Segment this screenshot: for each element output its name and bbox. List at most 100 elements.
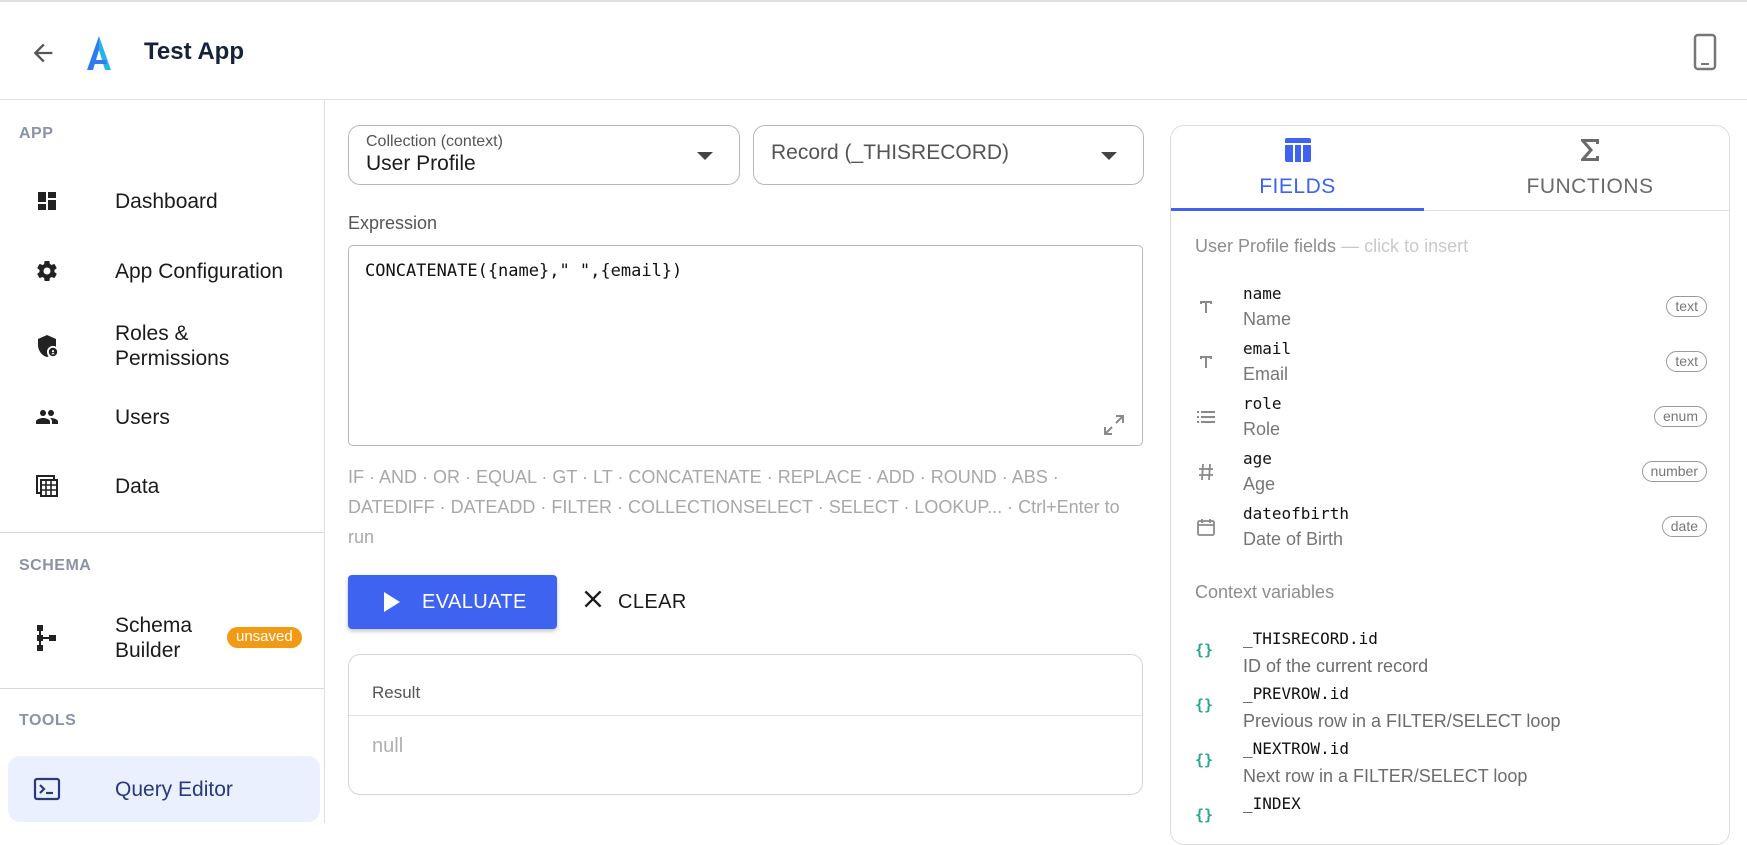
result-divider: [349, 715, 1142, 716]
chevron-down-icon: [1101, 152, 1117, 160]
field-type-badge: text: [1666, 351, 1707, 372]
field-type-badge: date: [1661, 516, 1707, 537]
app-logo: [84, 34, 114, 72]
field-key: name: [1243, 284, 1282, 303]
context-key: _PREVROW.id: [1243, 684, 1349, 703]
result-card: Result null: [348, 654, 1143, 795]
context-row-prevrow[interactable]: {} _PREVROW.id Previous row in a FILTER/…: [1171, 684, 1729, 739]
field-label: Date of Birth: [1243, 529, 1344, 549]
fields-hint: — click to insert: [1341, 236, 1469, 256]
field-label: Email: [1243, 364, 1289, 384]
function-hint: IF · AND · OR · EQUAL · GT · LT · CONCAT…: [348, 467, 1120, 547]
field-row-dateofbirth[interactable]: dateofbirth Date of Birth date: [1171, 504, 1729, 559]
sidebar-item-query-editor[interactable]: Query Editor: [8, 756, 320, 822]
table-columns-icon: [1283, 135, 1313, 165]
status-badge: unsaved: [227, 627, 302, 648]
field-type-badge: enum: [1653, 406, 1707, 427]
field-row-email[interactable]: email Email text: [1171, 339, 1729, 394]
field-type-badge: text: [1666, 296, 1707, 317]
app-title: Test App: [144, 38, 244, 65]
record-select[interactable]: Record (_THISRECORD): [753, 125, 1144, 185]
sidebar-item-label: Users: [115, 406, 170, 429]
field-key: email: [1243, 339, 1292, 358]
dashboard-icon: [32, 186, 62, 216]
fields-heading: User Profile fields — click to insert: [1195, 236, 1468, 257]
expression-text: CONCATENATE({name}," ",{email}): [365, 261, 683, 281]
expression-label: Expression: [348, 213, 438, 233]
clear-button[interactable]: CLEAR: [580, 582, 687, 622]
tab-label: FIELDS: [1259, 175, 1336, 198]
field-label: Name: [1243, 309, 1292, 329]
sidebar-divider: [0, 688, 324, 689]
sidebar-item-label: Query Editor: [115, 778, 233, 801]
schema-tree-icon: [32, 623, 62, 653]
context-desc: ID of the current record: [1243, 656, 1429, 676]
sidebar-item-app-configuration[interactable]: App Configuration: [8, 247, 320, 295]
result-value: null: [372, 735, 404, 757]
braces-icon: {}: [1195, 751, 1214, 769]
table-icon: [32, 471, 62, 501]
tab-fields[interactable]: FIELDS: [1171, 126, 1424, 211]
braces-icon: {}: [1195, 696, 1214, 714]
context-key: _THISRECORD.id: [1243, 629, 1378, 648]
arrow-left-icon[interactable]: [26, 36, 60, 70]
field-key: role: [1243, 394, 1282, 413]
sidebar-item-roles-permissions[interactable]: Roles & Permissions: [8, 313, 320, 379]
users-icon: [32, 402, 62, 432]
field-key: dateofbirth: [1243, 504, 1349, 523]
result-title: Result: [372, 683, 421, 702]
terminal-icon: [32, 774, 62, 804]
context-heading: Context variables: [1195, 582, 1335, 602]
list-icon: [1195, 406, 1217, 428]
context-row-thisrecord[interactable]: {} _THISRECORD.id ID of the current reco…: [1171, 629, 1729, 684]
sidebar-divider: [0, 532, 324, 533]
sidebar-item-label: Data: [115, 475, 160, 498]
context-desc: Next row in a FILTER/SELECT loop: [1243, 766, 1528, 786]
field-row-name[interactable]: name Name text: [1171, 284, 1729, 339]
context-desc: Previous row in a FILTER/SELECT loop: [1243, 711, 1561, 731]
field-type-badge: number: [1641, 461, 1707, 482]
hash-icon: [1195, 461, 1217, 483]
evaluate-button[interactable]: EVALUATE: [348, 575, 557, 629]
chevron-down-icon: [697, 152, 713, 160]
sidebar-item-label: Schema Builder: [115, 614, 193, 662]
field-label: Age: [1243, 474, 1276, 494]
expression-input[interactable]: CONCATENATE({name}," ",{email}): [348, 245, 1143, 446]
field-row-role[interactable]: role Role enum: [1171, 394, 1729, 449]
sidebar: APP Dashboard App Configuration Roles & …: [0, 100, 325, 823]
sidebar-item-label: Roles & Permissions: [115, 322, 230, 370]
smartphone-icon[interactable]: [1690, 32, 1720, 72]
play-icon: [384, 592, 400, 612]
tab-label: FUNCTIONS: [1526, 175, 1654, 198]
panel-tabs: FIELDS FUNCTIONS: [1171, 126, 1729, 211]
braces-icon: {}: [1195, 641, 1214, 659]
text-type-icon: [1195, 296, 1217, 318]
tab-functions[interactable]: FUNCTIONS: [1449, 126, 1729, 211]
app-bar: Test App: [0, 0, 1747, 100]
context-key: _INDEX: [1243, 794, 1301, 813]
clear-label: CLEAR: [618, 590, 687, 613]
gear-icon: [32, 256, 62, 286]
section-label-schema: SCHEMA: [19, 557, 92, 574]
field-row-age[interactable]: age Age number: [1171, 449, 1729, 504]
collection-select[interactable]: Collection (context) User Profile: [348, 125, 740, 185]
context-key: _NEXTROW.id: [1243, 739, 1349, 758]
reference-panel: FIELDS FUNCTIONS User Profile fields — c…: [1170, 125, 1730, 845]
sidebar-item-schema-builder[interactable]: Schema Builder unsaved: [8, 605, 320, 671]
braces-icon: {}: [1195, 806, 1214, 824]
expand-icon[interactable]: [1102, 413, 1126, 437]
sidebar-item-users[interactable]: Users: [8, 393, 320, 441]
collection-select-label: Collection (context): [366, 133, 503, 150]
field-label: Role: [1243, 419, 1281, 439]
calendar-icon: [1195, 516, 1217, 538]
close-icon: [580, 586, 606, 618]
field-key: age: [1243, 449, 1272, 468]
context-row-nextrow[interactable]: {} _NEXTROW.id Next row in a FILTER/SELE…: [1171, 739, 1729, 794]
sidebar-item-dashboard[interactable]: Dashboard: [8, 177, 320, 225]
evaluate-label: EVALUATE: [422, 590, 527, 613]
sidebar-item-label: App Configuration: [115, 260, 284, 283]
query-editor-main: Collection (context) User Profile Record…: [326, 100, 1166, 823]
context-row-index[interactable]: {} _INDEX: [1171, 794, 1729, 844]
sidebar-item-label: Dashboard: [115, 190, 218, 213]
sidebar-item-data[interactable]: Data: [8, 462, 320, 510]
